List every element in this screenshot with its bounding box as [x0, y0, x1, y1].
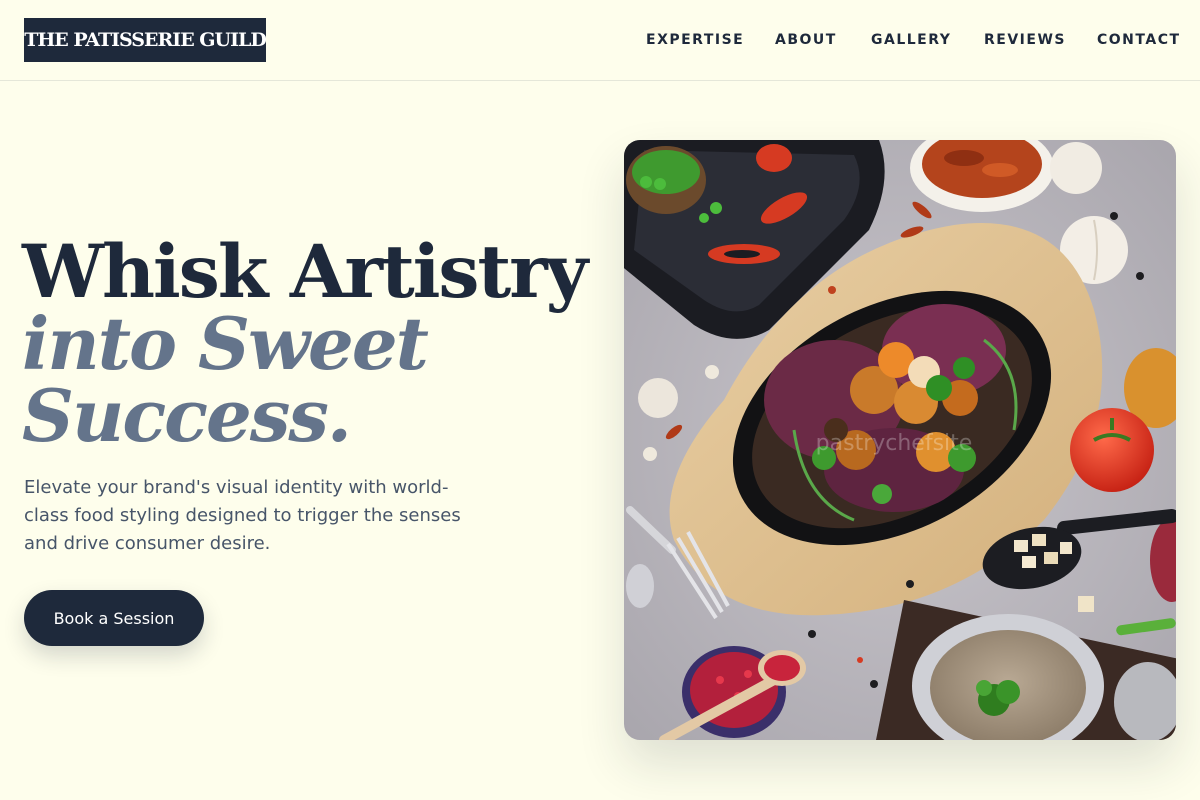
- book-session-button[interactable]: Book a Session: [24, 590, 204, 646]
- hero-description: Elevate your brand's visual identity wit…: [24, 477, 461, 554]
- nav-link-about[interactable]: ABOUT: [775, 30, 837, 50]
- nav-link-contact[interactable]: CONTACT: [1097, 30, 1181, 50]
- food-spread-illustration: pastrychefsite: [624, 140, 1176, 740]
- site-header: THE PATISSERIE GUILD EXPERTISE ABOUT GAL…: [0, 0, 1200, 81]
- hero-heading-line-2: into Sweet: [22, 301, 429, 386]
- nav-link-reviews[interactable]: REVIEWS: [984, 30, 1066, 50]
- page: THE PATISSERIE GUILD EXPERTISE ABOUT GAL…: [0, 0, 1200, 800]
- hero-heading-line-3: Success.: [22, 373, 352, 458]
- image-watermark: pastrychefsite: [816, 431, 973, 456]
- nav-link-expertise[interactable]: EXPERTISE: [646, 30, 744, 50]
- nav-link-gallery[interactable]: GALLERY: [871, 30, 951, 50]
- brand-logo[interactable]: THE PATISSERIE GUILD: [24, 18, 267, 62]
- hero-heading-line-1: Whisk Artistry: [22, 229, 588, 315]
- hero-food-image: pastrychefsite: [624, 140, 1176, 740]
- tomato: [1070, 408, 1154, 492]
